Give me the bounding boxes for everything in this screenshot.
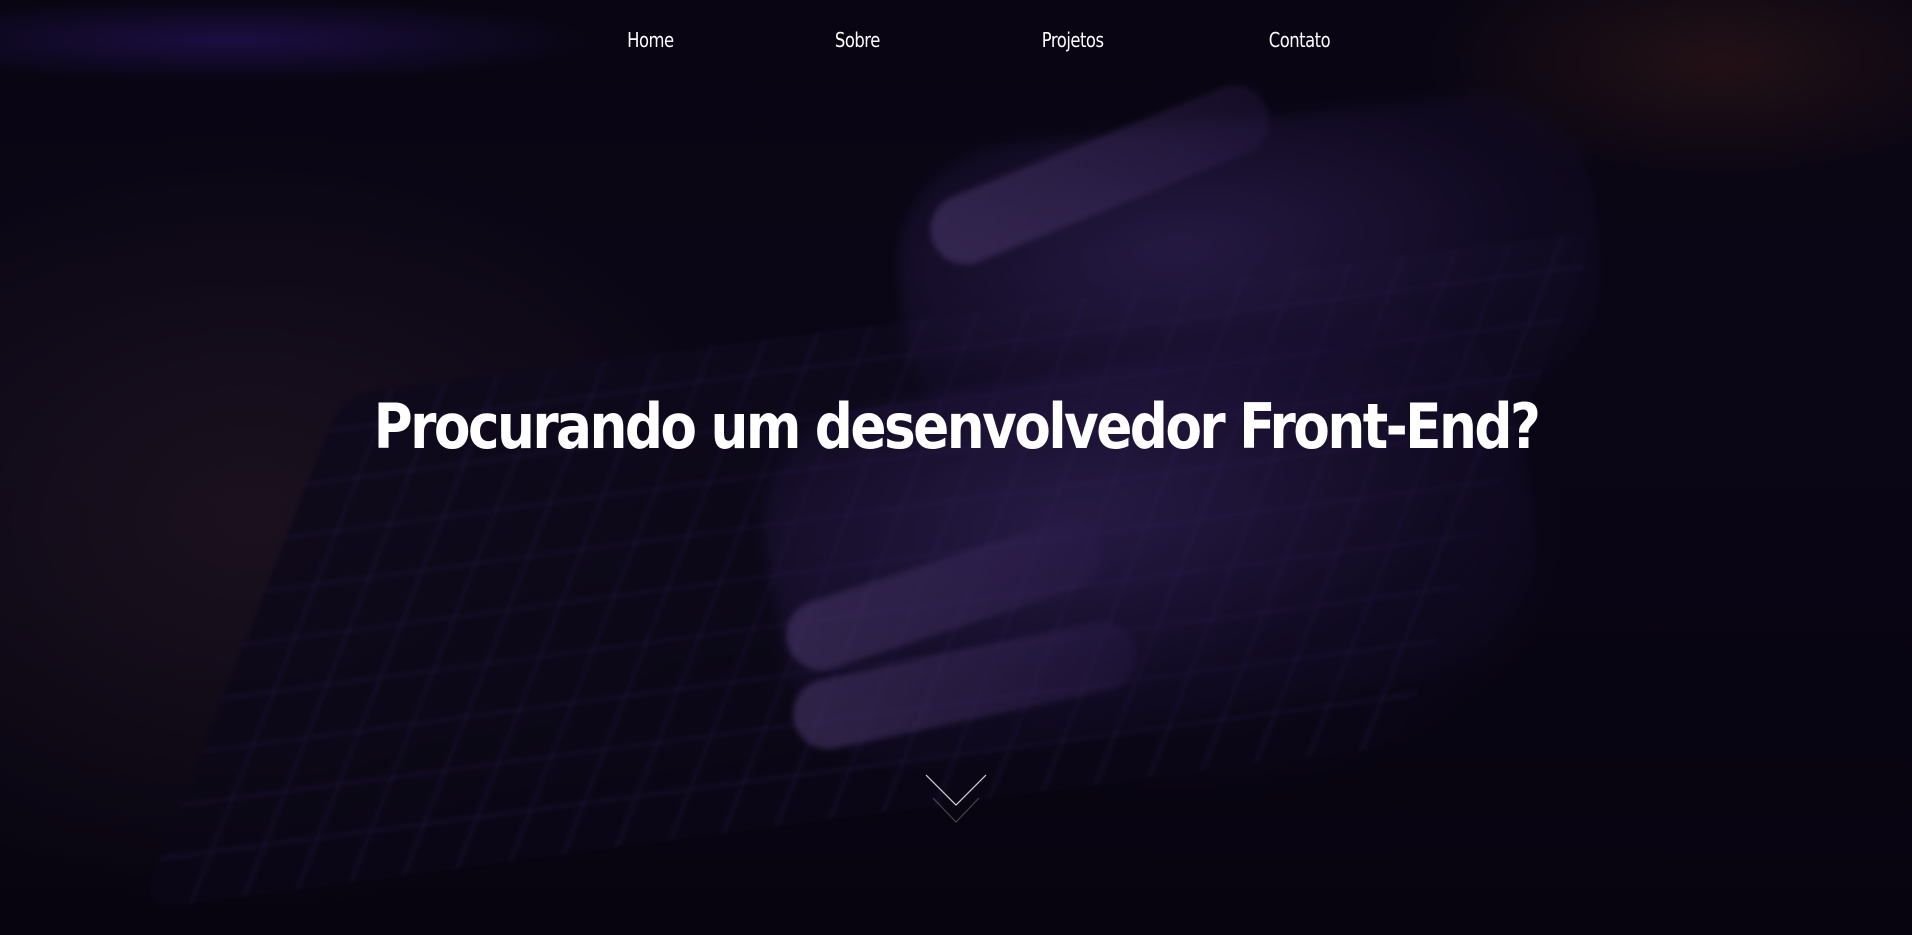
nav-link-sobre[interactable]: Sobre [835, 28, 880, 52]
hero-headline: Procurando um desenvolvedor Front-End? [373, 390, 1541, 463]
chevron-down-icon [925, 774, 987, 823]
nav-link-home[interactable]: Home [627, 28, 674, 52]
scroll-down-button[interactable] [925, 772, 987, 830]
main-nav: Home Sobre Projetos Contato [0, 0, 1912, 84]
hero-section: Home Sobre Projetos Contato Procurando u… [0, 0, 1912, 935]
nav-link-projetos[interactable]: Projetos [1042, 28, 1104, 52]
nav-link-contato[interactable]: Contato [1269, 28, 1331, 52]
